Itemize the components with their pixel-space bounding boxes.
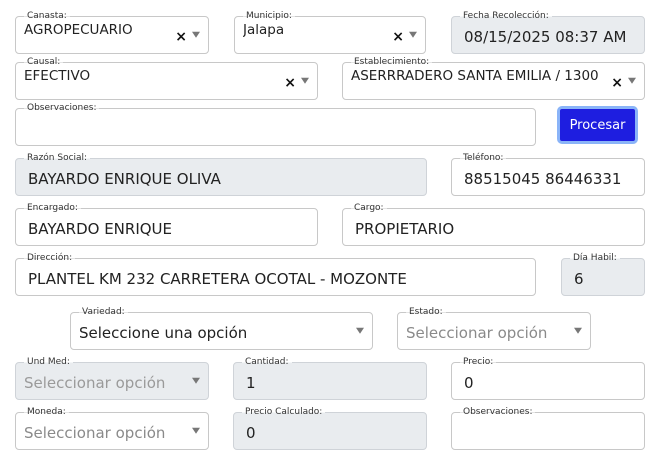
estado-placeholder: Seleccionar opción (406, 324, 548, 342)
razon-social-field: Razón Social: BAYARDO ENRIQUE OLIVA (15, 152, 427, 196)
chevron-down-icon (192, 377, 200, 384)
telefono-label: Teléfono: (460, 152, 507, 164)
precio-input[interactable]: Precio: 0 (451, 356, 645, 400)
procesar-button[interactable]: Procesar (557, 106, 638, 144)
observaciones-bottom-label: Observaciones: (460, 406, 536, 418)
canasta-value: AGROPECUARIO (24, 22, 133, 38)
precio-calculado-value: 0 (246, 424, 256, 442)
und-med-placeholder: Seleccionar opción (24, 374, 166, 392)
razon-social-label: Razón Social: (24, 152, 91, 164)
cantidad-value: 1 (246, 374, 256, 392)
establecimiento-select[interactable]: Establecimiento: ASERRRADERO SANTA EMILI… (342, 56, 645, 100)
encargado-input[interactable]: Encargado: BAYARDO ENRIQUE (15, 202, 318, 246)
dia-habil-field: Día Habil: 6 (561, 252, 645, 296)
observaciones-bottom-input[interactable]: Observaciones: (451, 406, 645, 450)
variedad-label: Variedad: (79, 306, 128, 318)
precio-calculado-label: Precio Calculado: (242, 406, 326, 418)
telefono-value: 88515045 86446331 (464, 170, 622, 188)
encargado-label: Encargado: (24, 202, 81, 214)
precio-value: 0 (464, 374, 474, 392)
clear-x-icon[interactable]: × (611, 76, 623, 90)
chevron-down-icon[interactable] (301, 77, 309, 84)
canasta-select[interactable]: Canasta: AGROPECUARIO × (15, 10, 209, 54)
cargo-input[interactable]: Cargo: PROPIETARIO (342, 202, 645, 246)
chevron-down-icon[interactable] (356, 327, 364, 334)
direccion-value: PLANTEL KM 232 CARRETERA OCOTAL - MOZONT… (28, 270, 407, 288)
direccion-label: Dirección: (24, 252, 76, 264)
variedad-value: Seleccione una opción (79, 324, 248, 342)
cargo-value: PROPIETARIO (355, 220, 455, 238)
cantidad-field: Cantidad: 1 (233, 356, 427, 400)
municipio-value: Jalapa (243, 22, 285, 38)
chevron-down-icon[interactable] (192, 427, 200, 434)
establecimiento-value: ASERRRADERO SANTA EMILIA / 1300 (351, 68, 599, 84)
variedad-select[interactable]: Variedad: Seleccione una opción (70, 306, 373, 350)
encargado-value: BAYARDO ENRIQUE (28, 220, 173, 238)
clear-x-icon[interactable]: × (392, 30, 404, 44)
dia-habil-label: Día Habil: (570, 252, 620, 264)
estado-label: Estado: (406, 306, 446, 318)
fecha-label: Fecha Recolección: (460, 10, 552, 22)
dia-habil-value: 6 (574, 270, 584, 288)
direccion-input[interactable]: Dirección: PLANTEL KM 232 CARRETERA OCOT… (15, 252, 536, 296)
causal-value: EFECTIVO (24, 68, 91, 84)
precio-label: Precio: (460, 356, 497, 368)
chevron-down-icon[interactable] (409, 31, 417, 38)
chevron-down-icon[interactable] (192, 31, 200, 38)
observaciones-top-input[interactable]: Observaciones: (15, 102, 536, 146)
municipio-select[interactable]: Municipio: Jalapa × (234, 10, 426, 54)
clear-x-icon[interactable]: × (175, 30, 187, 44)
telefono-input[interactable]: Teléfono: 88515045 86446331 (451, 152, 645, 196)
chevron-down-icon[interactable] (628, 77, 636, 84)
razon-social-value: BAYARDO ENRIQUE OLIVA (28, 170, 221, 188)
clear-x-icon[interactable]: × (284, 76, 296, 90)
moneda-label: Moneda: (24, 406, 69, 418)
precio-calculado-field: Precio Calculado: 0 (233, 406, 427, 450)
chevron-down-icon[interactable] (574, 327, 582, 334)
fecha-recoleccion-field: Fecha Recolección: 08/15/2025 08:37 AM (451, 10, 645, 54)
observaciones-top-label: Observaciones: (24, 102, 100, 114)
estado-select[interactable]: Estado: Seleccionar opción (397, 306, 591, 350)
moneda-select[interactable]: Moneda: Seleccionar opción (15, 406, 209, 450)
und-med-select: Und Med: Seleccionar opción (15, 356, 209, 400)
moneda-placeholder: Seleccionar opción (24, 424, 166, 442)
cargo-label: Cargo: (351, 202, 387, 214)
cantidad-label: Cantidad: (242, 356, 292, 368)
fecha-value: 08/15/2025 08:37 AM (464, 28, 627, 46)
und-med-label: Und Med: (24, 356, 73, 368)
causal-select[interactable]: Causal: EFECTIVO × (15, 56, 318, 100)
